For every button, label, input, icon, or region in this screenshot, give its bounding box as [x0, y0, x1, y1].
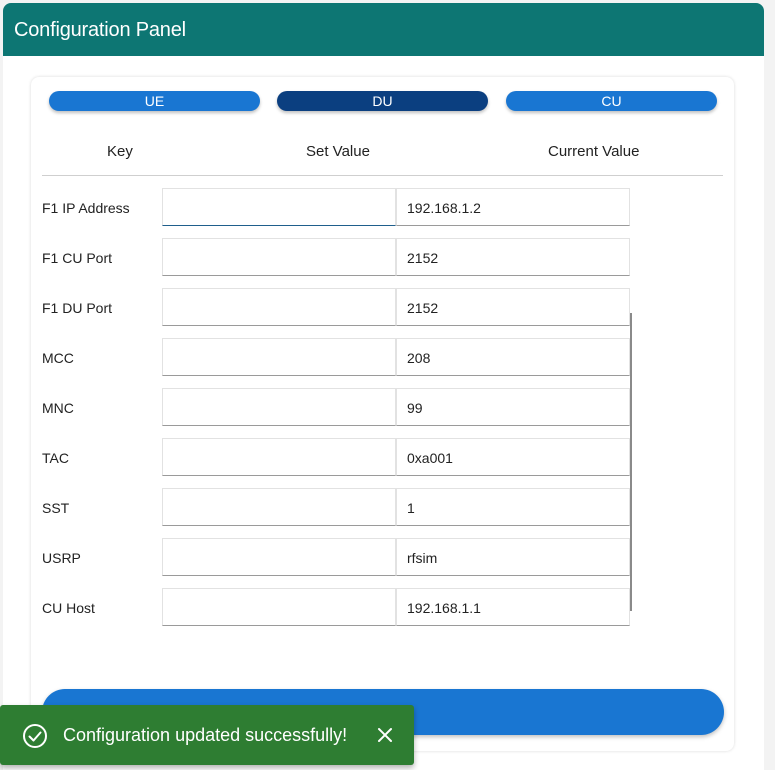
panel-header: Configuration Panel: [3, 3, 764, 56]
set-value-input-sst[interactable]: [162, 488, 396, 526]
row-key-usrp: USRP: [42, 550, 81, 566]
row-key-f1-ip-address: F1 IP Address: [42, 200, 130, 216]
tab-ue[interactable]: UE: [49, 91, 260, 111]
row-key-tac: TAC: [42, 450, 69, 466]
current-value-f1-ip-address: 192.168.1.2: [396, 188, 630, 226]
set-value-input-cu-host[interactable]: [162, 588, 396, 626]
header-divider: [42, 175, 723, 176]
current-value-usrp: rfsim: [396, 538, 630, 576]
column-header-key: Key: [107, 143, 133, 160]
row-key-mnc: MNC: [42, 400, 74, 416]
current-value-tac: 0xa001: [396, 438, 630, 476]
check-circle-icon: [23, 724, 47, 748]
column-header-current-value: Current Value: [548, 143, 640, 160]
tab-cu[interactable]: CU: [506, 91, 717, 111]
set-value-input-usrp[interactable]: [162, 538, 396, 576]
row-key-f1-du-port: F1 DU Port: [42, 300, 113, 316]
current-value-f1-du-port: 2152: [396, 288, 630, 326]
set-value-input-f1-du-port[interactable]: [162, 288, 396, 326]
set-value-input-mcc[interactable]: [162, 338, 396, 376]
row-key-mcc: MCC: [42, 350, 74, 366]
set-value-input-tac[interactable]: [162, 438, 396, 476]
set-value-input-f1-ip-address[interactable]: [162, 188, 396, 226]
current-value-mcc: 208: [396, 338, 630, 376]
row-key-sst: SST: [42, 500, 70, 516]
success-toast: Configuration updated successfully!: [0, 705, 414, 765]
tab-du[interactable]: DU: [277, 91, 488, 111]
toast-message: Configuration updated successfully!: [63, 725, 348, 745]
current-value-mnc: 99: [396, 388, 630, 426]
page-title: Configuration Panel: [14, 19, 186, 41]
row-key-f1-cu-port: F1 CU Port: [42, 250, 113, 266]
current-value-cu-host: 192.168.1.1: [396, 588, 630, 626]
column-header-set-value: Set Value: [306, 143, 370, 160]
close-icon[interactable]: [375, 725, 395, 745]
current-value-sst: 1: [396, 488, 630, 526]
current-value-f1-cu-port: 2152: [396, 238, 630, 276]
set-value-input-mnc[interactable]: [162, 388, 396, 426]
scrollbar[interactable]: [630, 313, 632, 611]
row-key-cu-host: CU Host: [42, 600, 95, 616]
set-value-input-f1-cu-port[interactable]: [162, 238, 396, 276]
